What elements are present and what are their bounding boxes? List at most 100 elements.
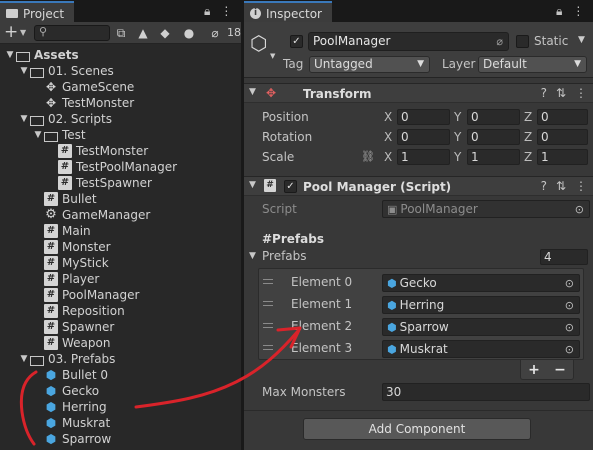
lock-icon[interactable]: 🔒︎ — [556, 4, 562, 19]
transform-rotation-z-field[interactable]: 0 — [537, 129, 588, 145]
hidden-packages-icon[interactable]: ⌀ — [203, 25, 227, 41]
tag-dropdown[interactable]: Untagged ▼ — [309, 56, 430, 73]
create-plus-icon[interactable]: + — [4, 23, 18, 41]
tree-item[interactable]: # PoolManager — [32, 287, 139, 303]
tree-item[interactable]: ▼ 02. Scripts — [18, 111, 112, 127]
element-object-field[interactable]: ⬢ Sparrow ⊙ — [382, 318, 580, 336]
fold-arrow-icon[interactable]: ▼ — [18, 354, 30, 364]
add-element-button[interactable]: + — [528, 362, 540, 378]
more-options-icon[interactable]: ⋮ — [572, 4, 584, 19]
search-input[interactable]: ⚲ — [34, 25, 110, 41]
component-enabled-checkbox[interactable]: ✓ — [284, 180, 297, 193]
axis-x-label[interactable]: X — [384, 150, 392, 164]
transform-rotation-label[interactable]: Rotation — [262, 130, 312, 144]
tree-item[interactable]: ⬢ Sparrow — [32, 431, 111, 447]
transform-scale-z-field[interactable]: 1 — [537, 149, 588, 165]
constrain-proportions-icon[interactable]: ⛓ — [361, 150, 375, 163]
transform-header[interactable]: ▼ ✥ Transform ? ⇅ ⋮ — [244, 83, 593, 103]
tree-item[interactable]: ▼ 03. Prefabs — [18, 351, 116, 367]
transform-scale-x-field[interactable]: 1 — [397, 149, 450, 165]
fold-arrow-icon[interactable]: ▼ — [18, 66, 30, 76]
tree-item[interactable]: # Monster — [32, 239, 111, 255]
poolmanager-header[interactable]: ▼ ✓ # Pool Manager (Script) ? ⇅ ⋮ — [244, 176, 593, 196]
chevron-down-icon[interactable]: ▼ — [20, 28, 26, 37]
presets-icon[interactable]: ⇅ — [556, 86, 566, 100]
chevron-down-icon[interactable]: ▼ — [270, 52, 275, 60]
element-object-field[interactable]: ⬢ Muskrat ⊙ — [382, 340, 580, 358]
fold-arrow-icon[interactable]: ▼ — [249, 87, 256, 97]
axis-y-label[interactable]: Y — [454, 110, 461, 124]
chevron-down-icon[interactable]: ▼ — [578, 35, 585, 45]
prefabs-size-field[interactable]: 4 — [540, 249, 588, 265]
add-component-button[interactable]: Add Component — [303, 418, 531, 440]
warning-icon[interactable]: ● — [181, 25, 197, 41]
tree-item[interactable]: ▼ 01. Scenes — [18, 63, 114, 79]
filter-by-label-icon[interactable]: ◆ — [157, 25, 173, 41]
axis-z-label[interactable]: Z — [524, 110, 532, 124]
fold-arrow-icon[interactable]: ▼ — [249, 251, 256, 261]
filter-by-type-icon[interactable]: ▲ — [135, 25, 151, 41]
active-checkbox[interactable]: ✓ — [290, 35, 303, 48]
tree-item[interactable]: ▼ Test — [32, 127, 86, 143]
search-by-type-icon[interactable]: ⧉ — [113, 25, 129, 41]
tree-item[interactable]: ▼ Assets — [4, 47, 79, 63]
tree-item[interactable]: # Main — [32, 223, 91, 239]
remove-element-button[interactable]: − — [554, 362, 566, 378]
object-picker-icon[interactable]: ⊙ — [565, 320, 574, 336]
axis-y-label[interactable]: Y — [454, 150, 461, 164]
prefabs-label[interactable]: Prefabs — [262, 249, 307, 263]
transform-rotation-y-field[interactable]: 0 — [467, 129, 520, 145]
transform-scale-label[interactable]: Scale — [262, 150, 294, 164]
tree-item[interactable]: # MyStick — [32, 255, 109, 271]
tree-item[interactable]: # TestPoolManager — [46, 159, 177, 175]
axis-x-label[interactable]: X — [384, 110, 392, 124]
tree-item[interactable]: ⬢ Muskrat — [32, 415, 110, 431]
element-object-field[interactable]: ⬢ Gecko ⊙ — [382, 274, 580, 292]
drag-handle-icon[interactable] — [263, 345, 273, 350]
tree-item[interactable]: # Spawner — [32, 319, 114, 335]
tree-item[interactable]: # Weapon — [32, 335, 110, 351]
tree-item[interactable]: ⬢ Herring — [32, 399, 107, 415]
object-picker-icon[interactable]: ⊙ — [565, 276, 574, 292]
drag-handle-icon[interactable] — [263, 301, 273, 306]
tab-project[interactable]: Project — [0, 1, 75, 22]
tree-item[interactable]: ✥ TestMonster — [32, 95, 134, 111]
more-options-icon[interactable]: ⋮ — [575, 179, 587, 193]
fold-arrow-icon[interactable]: ▼ — [249, 180, 256, 190]
more-options-icon[interactable]: ⋮ — [575, 86, 587, 100]
tree-item[interactable]: ⚙ GameManager — [32, 207, 150, 223]
visibility-icon[interactable]: ⌀ — [496, 33, 503, 50]
transform-rotation-x-field[interactable]: 0 — [397, 129, 450, 145]
presets-icon[interactable]: ⇅ — [556, 179, 566, 193]
lock-icon[interactable]: 🔒︎ — [204, 4, 210, 19]
transform-position-y-field[interactable]: 0 — [467, 109, 520, 125]
fold-arrow-icon[interactable]: ▼ — [18, 114, 30, 124]
tree-item[interactable]: # TestSpawner — [46, 175, 152, 191]
transform-position-z-field[interactable]: 0 — [537, 109, 588, 125]
tree-item[interactable]: ⬢ Bullet 0 — [32, 367, 108, 383]
tree-item[interactable]: ⬢ Gecko — [32, 383, 99, 399]
more-options-icon[interactable]: ⋮ — [220, 4, 232, 19]
object-picker-icon[interactable]: ⊙ — [565, 298, 574, 314]
max-monsters-field[interactable]: 30 — [382, 383, 590, 401]
tree-item[interactable]: # Player — [32, 271, 99, 287]
drag-handle-icon[interactable] — [263, 323, 273, 328]
tab-inspector[interactable]: i Inspector — [244, 1, 332, 22]
transform-position-x-field[interactable]: 0 — [397, 109, 450, 125]
drag-handle-icon[interactable] — [263, 279, 273, 284]
object-picker-icon[interactable]: ⊙ — [565, 342, 574, 358]
fold-arrow-icon[interactable]: ▼ — [4, 50, 16, 60]
tree-item[interactable]: # TestMonster — [46, 143, 148, 159]
tree-item[interactable]: # Reposition — [32, 303, 125, 319]
layer-dropdown[interactable]: Default ▼ — [478, 56, 587, 73]
static-checkbox[interactable] — [516, 35, 529, 48]
transform-position-label[interactable]: Position — [262, 110, 309, 124]
gameobject-name-field[interactable]: PoolManager ⌀ — [308, 32, 509, 51]
axis-z-label[interactable]: Z — [524, 150, 532, 164]
gameobject-icon[interactable]: ⬡ — [250, 32, 272, 54]
fold-arrow-icon[interactable]: ▼ — [32, 130, 44, 140]
tree-item[interactable]: # Bullet — [32, 191, 97, 207]
axis-x-label[interactable]: X — [384, 130, 392, 144]
help-icon[interactable]: ? — [541, 86, 547, 100]
axis-y-label[interactable]: Y — [454, 130, 461, 144]
